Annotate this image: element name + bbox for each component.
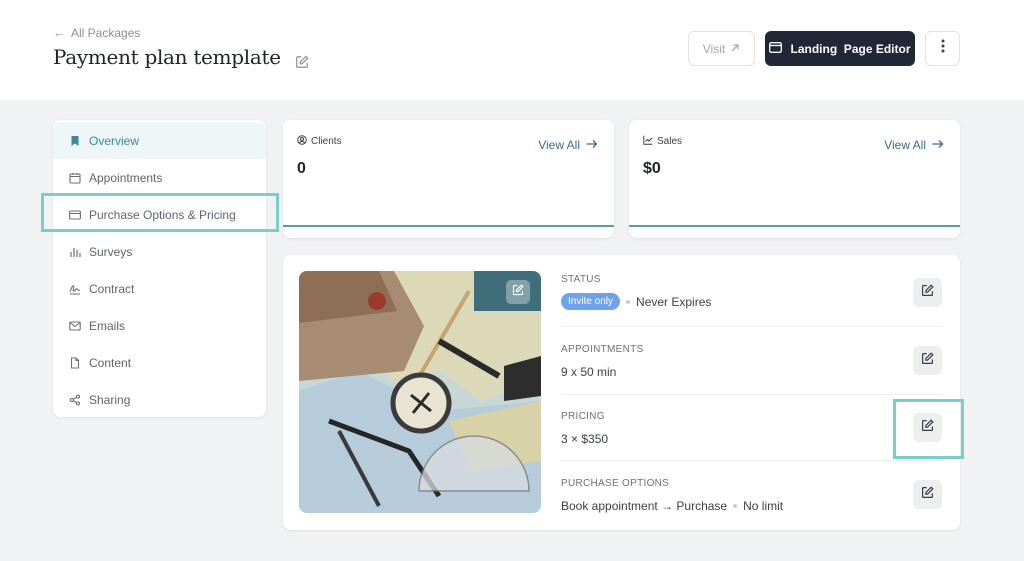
sidebar-item-overview[interactable]: Overview <box>53 122 266 159</box>
pricing-section: Pricing 3 × $350 <box>561 411 943 446</box>
arrow-right-icon <box>586 138 598 152</box>
package-details-card: Status Invite only Never Expires Appoint… <box>283 255 960 530</box>
more-options-button[interactable] <box>925 31 960 66</box>
edit-icon <box>921 283 934 302</box>
status-value: Invite only Never Expires <box>561 293 943 310</box>
status-section: Status Invite only Never Expires <box>561 274 943 310</box>
package-cover-image <box>299 271 541 513</box>
section-divider <box>561 460 943 461</box>
sidebar-item-emails[interactable]: Emails <box>53 307 266 344</box>
visit-button[interactable]: Visit <box>688 31 755 66</box>
user-circle-icon <box>297 135 307 148</box>
landing-page-editor-label: Landing Page Editor <box>790 41 911 56</box>
page-header: ← All Packages Payment plan template Vis… <box>0 0 1024 100</box>
calendar-icon <box>69 172 81 184</box>
appointments-label: Appointments <box>561 344 644 355</box>
bookmark-icon <box>69 135 81 147</box>
pricing-value: 3 × $350 <box>561 432 609 446</box>
clients-label-text: Clients <box>311 136 342 147</box>
sidebar-item-label: Appointments <box>89 170 163 185</box>
back-link-label: All Packages <box>71 25 141 40</box>
sidebar-item-label: Overview <box>89 133 140 148</box>
edit-icon <box>921 351 934 370</box>
view-all-label: View All <box>538 138 580 152</box>
purchase-limit-text: No limit <box>743 499 784 513</box>
edit-appointments-button[interactable] <box>913 346 942 375</box>
separator-dot <box>733 504 738 508</box>
sidebar-item-contract[interactable]: Contract <box>53 270 266 307</box>
view-all-label: View All <box>884 138 926 152</box>
sales-label: Sales <box>643 135 682 148</box>
status-badge: Invite only <box>561 293 621 310</box>
separator-dot <box>626 299 631 304</box>
purchase-options-section: Purchase Options Book appointment → Purc… <box>561 478 943 513</box>
mail-icon <box>69 320 81 332</box>
edit-purchase-options-button[interactable] <box>913 480 942 509</box>
purchase-options-value: Book appointment → Purchase No limit <box>561 499 943 513</box>
back-link[interactable]: ← All Packages <box>53 25 140 40</box>
purchase-options-label: Purchase Options <box>561 478 670 489</box>
edit-title-icon[interactable] <box>295 50 309 68</box>
sales-card: Sales $0 View All <box>629 120 960 238</box>
sidebar-item-label: Content <box>89 355 132 370</box>
sidebar-item-label: Contract <box>89 281 135 296</box>
bar-chart-icon <box>69 246 81 258</box>
file-icon <box>69 356 81 369</box>
signature-icon <box>69 283 81 295</box>
sidebar-item-surveys[interactable]: Surveys <box>53 233 266 270</box>
sales-trend-line <box>629 225 960 227</box>
clients-label: Clients <box>297 135 342 148</box>
sidebar-item-appointments[interactable]: Appointments <box>53 159 266 196</box>
page-title-text: Payment plan template <box>53 45 281 69</box>
status-label: Status <box>561 274 601 285</box>
sales-label-text: Sales <box>657 136 683 147</box>
sidebar-item-content[interactable]: Content <box>53 344 266 381</box>
pricing-edit-highlight <box>893 399 964 459</box>
purchase-flow-text: Book appointment → Purchase <box>561 499 728 513</box>
arrow-left-icon: ← <box>53 25 66 40</box>
appointments-section: Appointments 9 x 50 min <box>561 344 943 379</box>
sidebar-item-label: Emails <box>89 318 126 333</box>
landing-page-editor-button[interactable]: Landing Page Editor <box>765 31 915 66</box>
section-divider <box>561 326 943 327</box>
browser-window-icon <box>769 41 783 56</box>
arrow-right-icon <box>932 138 944 152</box>
sales-view-all-link[interactable]: View All <box>884 138 944 152</box>
share-icon <box>69 393 81 406</box>
edit-icon <box>512 283 524 301</box>
page-title: Payment plan template <box>53 45 309 69</box>
expiry-text: Never Expires <box>636 294 712 309</box>
sales-amount: $0 <box>643 160 661 177</box>
section-divider <box>561 394 943 395</box>
package-sidebar: Overview Appointments Purchase Options &… <box>53 120 266 417</box>
purchase-options-highlight <box>41 193 279 232</box>
sidebar-item-label: Surveys <box>89 244 133 259</box>
clients-trend-line <box>283 225 614 227</box>
clients-count: 0 <box>297 160 306 177</box>
edit-icon <box>921 485 934 504</box>
edit-status-button[interactable] <box>913 278 942 307</box>
appointments-value: 9 x 50 min <box>561 365 617 379</box>
more-vertical-icon <box>941 39 945 58</box>
pricing-label: Pricing <box>561 411 605 422</box>
sidebar-item-label: Sharing <box>89 392 131 407</box>
edit-image-button[interactable] <box>506 280 530 304</box>
visit-button-label: Visit <box>702 41 726 56</box>
clients-card: Clients 0 View All <box>283 120 614 238</box>
clients-view-all-link[interactable]: View All <box>538 138 598 152</box>
arrow-up-right-icon <box>730 42 740 56</box>
sidebar-item-sharing[interactable]: Sharing <box>53 381 266 418</box>
line-chart-icon <box>643 135 653 148</box>
